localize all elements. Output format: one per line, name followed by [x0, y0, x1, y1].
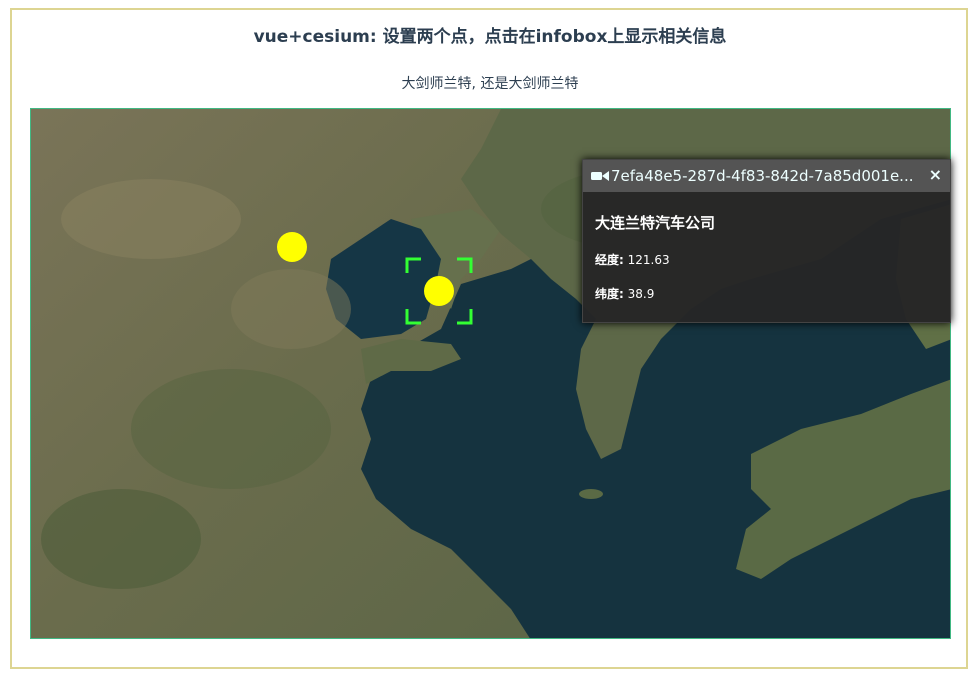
longitude-value: 121.63 — [627, 253, 670, 267]
close-icon[interactable]: × — [929, 165, 942, 184]
latitude-label: 纬度: — [595, 287, 624, 301]
infobox-panel: 7efa48e5-287d-4f83-842d-7a85d001e... × 大… — [582, 159, 951, 323]
map-point-1[interactable] — [277, 232, 307, 262]
infobox-entity-name: 大连兰特汽车公司 — [595, 214, 716, 232]
selection-indicator — [405, 257, 473, 325]
page-title: vue+cesium: 设置两个点，点击在infobox上显示相关信息 — [253, 27, 727, 47]
latitude-value: 38.9 — [627, 287, 655, 301]
infobox-latitude-row: 纬度: 38.9 — [595, 285, 654, 302]
longitude-label: 经度: — [595, 253, 624, 267]
infobox-longitude-row: 经度: 121.63 — [595, 251, 670, 268]
infobox-header: 7efa48e5-287d-4f83-842d-7a85d001e... × — [583, 160, 950, 192]
infobox-entity-id: 7efa48e5-287d-4f83-842d-7a85d001e... — [611, 167, 914, 185]
page-subtitle: 大剑师兰特, 还是大剑师兰特 — [401, 76, 579, 92]
camera-icon[interactable] — [591, 169, 609, 183]
